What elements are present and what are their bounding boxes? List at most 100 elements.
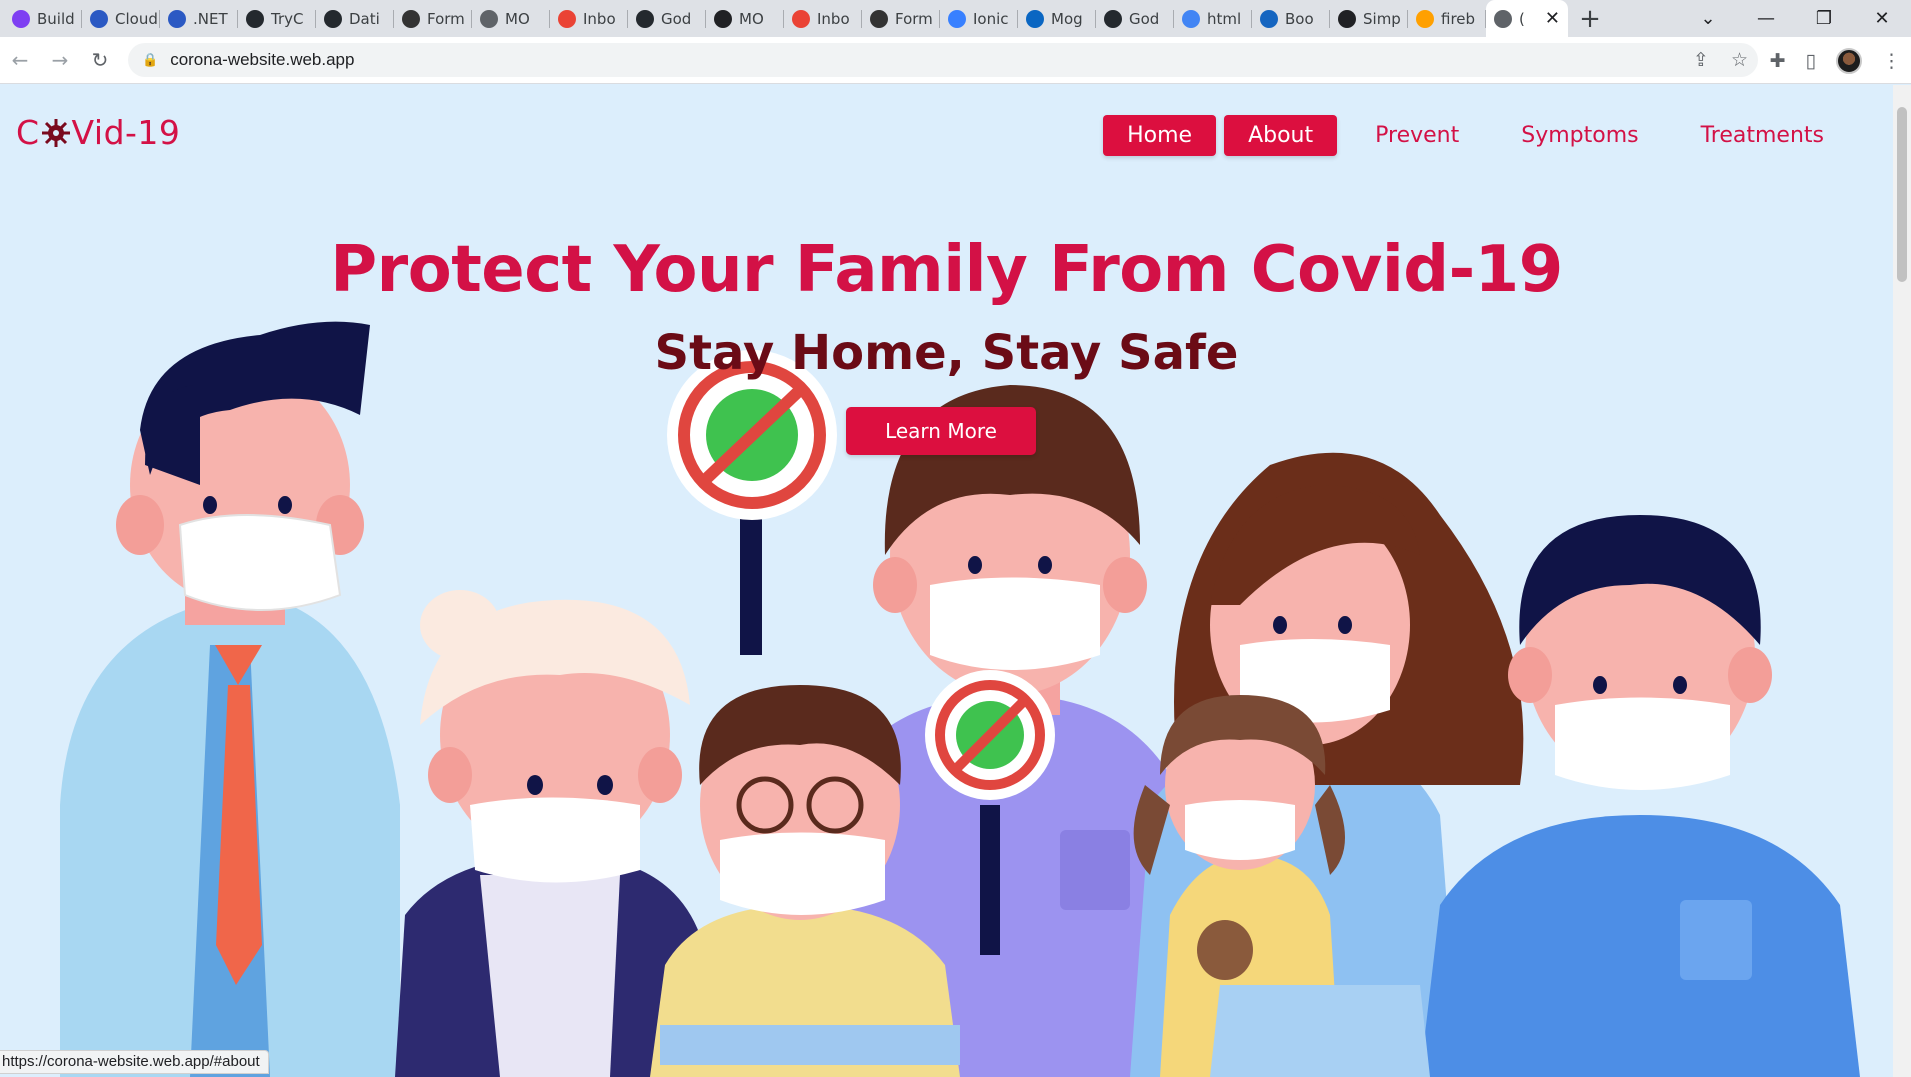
hero-subtitle: Stay Home, Stay Safe	[654, 325, 1239, 381]
tab-label: TryC	[271, 9, 304, 28]
link-status-bar: https://corona-website.web.app/#about	[0, 1050, 269, 1074]
github-icon	[324, 9, 342, 28]
tab-label: Mog	[1051, 9, 1083, 28]
lock-icon[interactable]: 🔒	[142, 53, 158, 68]
minimize-button[interactable]: —	[1737, 8, 1795, 29]
url-text[interactable]: corona-website.web.app	[170, 50, 354, 70]
tab-label: Dati	[349, 9, 380, 28]
globe-icon	[1494, 9, 1512, 28]
ionic-icon	[948, 9, 966, 28]
side-panel-icon[interactable]: ▯	[1806, 50, 1816, 72]
scrollbar-thumb[interactable]	[1897, 107, 1907, 282]
browser-tab-bar: Build Cloud .NET TryC Dati Form MO Inbo God MO Inb…	[0, 0, 1911, 37]
tab-label: Simp	[1363, 9, 1401, 28]
logo-text-end: Vid-19	[71, 113, 181, 152]
tab-active[interactable]: (✕	[1486, 0, 1568, 37]
browser-tab[interactable]: Dati	[316, 0, 394, 37]
reload-icon[interactable]: ↻	[80, 48, 120, 72]
tab-label: God	[661, 9, 692, 28]
nav-about[interactable]: About	[1224, 115, 1338, 156]
browser-tab[interactable]: MO	[472, 0, 550, 37]
formik-icon	[402, 9, 420, 28]
close-tab-icon[interactable]: ✕	[1545, 8, 1560, 29]
bootstrap-icon	[1260, 9, 1278, 28]
tab-label: (	[1519, 9, 1525, 28]
nav-home[interactable]: Home	[1103, 115, 1217, 156]
angular-icon	[714, 9, 732, 28]
browser-tab[interactable]: Simp	[1330, 0, 1408, 37]
formik-icon	[870, 9, 888, 28]
tab-label: MO	[505, 9, 530, 28]
back-icon[interactable]: ←	[0, 48, 40, 72]
nav-prevent[interactable]: Prevent	[1351, 115, 1483, 156]
nav-treatments[interactable]: Treatments	[1677, 115, 1848, 156]
new-tab-button[interactable]: +	[1568, 0, 1612, 37]
browser-toolbar: ← → ↻ 🔒 corona-website.web.app ⇪ ☆ ✚ ▯ ⋮	[0, 37, 1911, 84]
github-icon	[246, 9, 264, 28]
page-scrollbar[interactable]	[1893, 85, 1911, 1077]
browser-tab[interactable]: Inbo	[550, 0, 628, 37]
browser-tab[interactable]: God	[628, 0, 706, 37]
tab-label: MO	[739, 9, 764, 28]
tab-label: Boo	[1285, 9, 1314, 28]
browser-tab[interactable]: Cloud	[82, 0, 160, 37]
browser-tab[interactable]: Inbo	[784, 0, 862, 37]
tab-label: God	[1129, 9, 1160, 28]
browser-tab[interactable]: MO	[706, 0, 784, 37]
azure-blue-icon	[168, 9, 186, 28]
tab-label: fireb	[1441, 9, 1476, 28]
nav-symptoms[interactable]: Symptoms	[1497, 115, 1662, 156]
menu-kebab-icon[interactable]: ⋮	[1882, 50, 1901, 72]
tab-label: Build	[37, 9, 75, 28]
stop-virus-sign-left	[667, 350, 837, 655]
main-nav: Home About Prevent Symptoms Treatments	[1095, 115, 1848, 156]
azure-blue-icon	[90, 9, 108, 28]
tab-label: html	[1207, 9, 1242, 28]
hero-title: Protect Your Family From Covid-19	[330, 233, 1563, 307]
browser-tab[interactable]: Boo	[1252, 0, 1330, 37]
tab-label: Form	[427, 9, 465, 28]
browser-tab[interactable]: Form	[394, 0, 472, 37]
share-icon[interactable]: ⇪	[1693, 49, 1709, 71]
close-window-button[interactable]: ✕	[1853, 8, 1911, 29]
doctor-figure	[60, 321, 400, 1077]
restore-button[interactable]: ❐	[1795, 8, 1853, 29]
web-page: C Vid-19 Home About Prevent Symptoms Treatme…	[0, 85, 1893, 1077]
tab-label: Form	[895, 9, 933, 28]
github-icon	[636, 9, 654, 28]
browser-tab[interactable]: html	[1174, 0, 1252, 37]
tab-label: Cloud	[115, 9, 158, 28]
browser-tab[interactable]: Form	[862, 0, 940, 37]
google-icon	[1182, 9, 1200, 28]
forward-icon[interactable]: →	[40, 48, 80, 72]
tab-label: Inbo	[583, 9, 616, 28]
firebase-icon	[1416, 9, 1434, 28]
window-controls: ⌄ — ❐ ✕	[1679, 0, 1911, 37]
u-circle-icon	[12, 9, 30, 28]
profile-avatar[interactable]	[1836, 47, 1862, 74]
learn-more-button[interactable]: Learn More	[846, 407, 1036, 455]
gmail-icon	[558, 9, 576, 28]
browser-tab[interactable]: fireb	[1408, 0, 1486, 37]
tab-label: Ionic	[973, 9, 1009, 28]
bookmark-star-icon[interactable]: ☆	[1731, 49, 1748, 71]
github-icon	[1104, 9, 1122, 28]
codepen-icon	[1338, 9, 1356, 28]
address-bar[interactable]: 🔒 corona-website.web.app ⇪ ☆	[128, 43, 1758, 77]
logo-text-start: C	[16, 113, 40, 152]
globe-icon	[480, 9, 498, 28]
browser-tab[interactable]: .NET	[160, 0, 238, 37]
extensions-icon[interactable]: ✚	[1770, 50, 1786, 72]
tab-label: Inbo	[817, 9, 850, 28]
site-logo[interactable]: C Vid-19	[16, 113, 180, 152]
browser-tab[interactable]: Build	[4, 0, 82, 37]
tab-search-icon[interactable]: ⌄	[1679, 8, 1737, 29]
browser-tab[interactable]: Mog	[1018, 0, 1096, 37]
browser-tab[interactable]: TryC	[238, 0, 316, 37]
virus-icon	[41, 118, 70, 147]
tab-strip: Build Cloud .NET TryC Dati Form MO Inbo God MO Inb…	[0, 0, 1568, 37]
gmail-icon	[792, 9, 810, 28]
tab-label: .NET	[193, 9, 228, 28]
browser-tab[interactable]: God	[1096, 0, 1174, 37]
browser-tab[interactable]: Ionic	[940, 0, 1018, 37]
